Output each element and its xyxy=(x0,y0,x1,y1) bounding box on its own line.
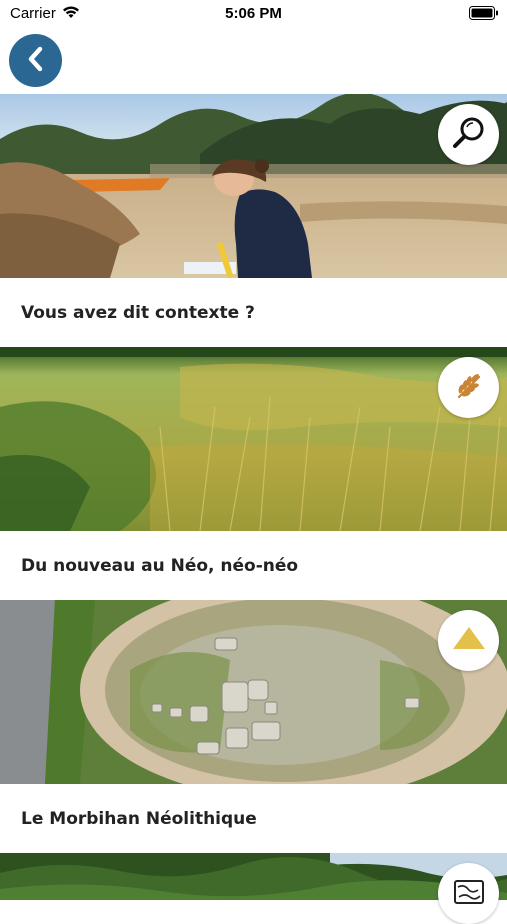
magnifier-icon xyxy=(451,115,487,155)
status-bar: Carrier 5:06 PM xyxy=(0,0,507,28)
map-icon xyxy=(452,878,486,910)
card-title-bar: Vous avez dit contexte ? xyxy=(0,278,507,348)
back-button[interactable] xyxy=(9,34,62,87)
card-title-bar: Du nouveau au Néo, néo-néo xyxy=(0,531,507,601)
card-title: Du nouveau au Néo, néo-néo xyxy=(21,556,299,576)
wheat-icon xyxy=(453,370,485,406)
map-badge-button[interactable] xyxy=(438,863,499,924)
search-badge-button[interactable] xyxy=(438,104,499,165)
triangle-icon xyxy=(451,625,487,657)
card-title: Le Morbihan Néolithique xyxy=(21,809,257,829)
card-title: Vous avez dit contexte ? xyxy=(21,303,255,323)
battery-icon xyxy=(469,6,499,24)
card-image-forest xyxy=(0,853,507,900)
chevron-left-icon xyxy=(25,46,47,76)
triangle-badge-button[interactable] xyxy=(438,610,499,671)
card-image-grass xyxy=(0,347,507,531)
card-title-bar: Le Morbihan Néolithique xyxy=(0,784,507,854)
clock: 5:06 PM xyxy=(225,5,282,22)
card-image-dolmen-aerial xyxy=(0,600,507,784)
wheat-badge-button[interactable] xyxy=(438,357,499,418)
card-image-excavation xyxy=(0,94,507,278)
